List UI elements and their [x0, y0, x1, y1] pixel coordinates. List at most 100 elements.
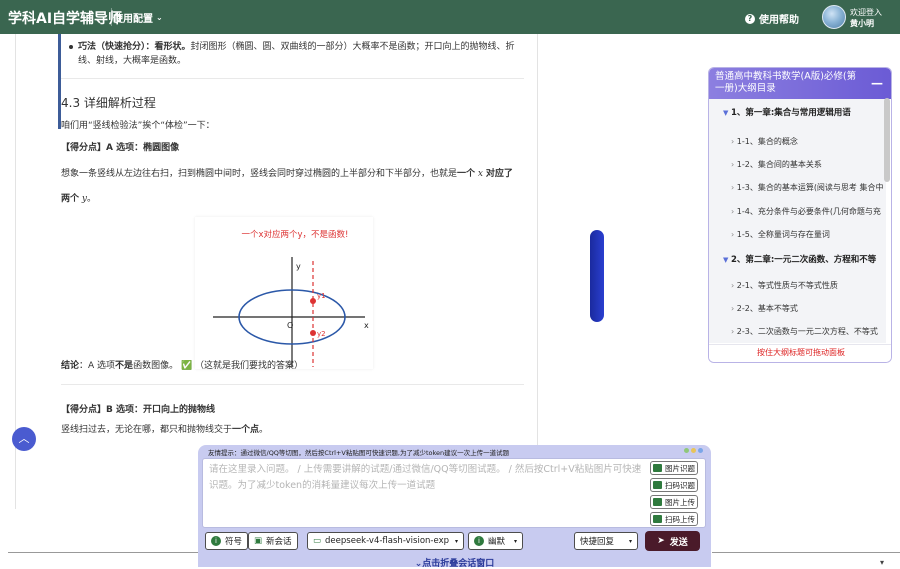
divider [712, 552, 900, 553]
user-name: 黄小明 [850, 19, 874, 28]
button-label: 符号 [225, 537, 243, 547]
outline-item-label: 2-2、基本不等式 [736, 304, 798, 313]
window-dots [684, 448, 703, 453]
section-title: 4.3 详细解析过程 [61, 96, 156, 110]
point-a-text-cont: 两个 y。 [61, 191, 96, 204]
intro-text: 咱们用“竖线检验法”挨个“体检”一下： [61, 121, 215, 131]
outline-item-label: 1-4、充分条件与必要条件(几何命题与充 [736, 207, 881, 216]
outline-item[interactable]: › 1-1、集合的概念 [709, 136, 886, 158]
chevron-up-icon: ︿ [18, 432, 30, 445]
scan-upload-icon [653, 515, 662, 523]
chevron-right-icon: › [731, 304, 735, 313]
quick-reply-value: 快捷回复 [580, 537, 615, 547]
outline-item-label: 1-5、全称量词与存在量词 [736, 230, 830, 239]
outline-drag-tip: 按住大纲标题可拖动面板 [709, 344, 891, 362]
model-select[interactable]: ▭ deepseek-v4-flash-vision-exp ▾ [307, 532, 464, 550]
quote-bar [58, 34, 61, 129]
conclusion-bold: 不是 [115, 361, 134, 371]
divider [8, 552, 198, 553]
dot-icon [698, 448, 703, 453]
scan-icon [653, 481, 662, 489]
send-button[interactable]: ➤ 发送 [645, 531, 700, 551]
bullet-text: 封闭图形（椭圆、圆、双曲线的一部分）大概率不是函数；开口向上的抛物线、折 [190, 42, 515, 52]
chevron-right-icon: › [731, 160, 735, 169]
point-y1 [310, 298, 316, 304]
config-label: 使用配置 [113, 14, 153, 25]
quick-reply-select[interactable]: 快捷回复 ▾ [574, 532, 638, 550]
dropdown-arrow-icon: ▾ [513, 537, 517, 545]
bullet-text-2: 线、射线，大概率是函数。 [78, 56, 187, 66]
outline-item[interactable]: › 1-4、充分条件与必要条件(几何命题与充 [709, 206, 886, 228]
outline-item[interactable]: › 1-2、集合间的基本关系 [709, 159, 886, 181]
outline-item-label: 2-1、等式性质与不等式性质 [736, 281, 838, 290]
scan-recognize-button[interactable]: 扫码识题 [650, 478, 698, 492]
outline-panel[interactable]: 普通高中教科书数学(A版)必修(第一册)大纲目录 — ▼ 1、第一章:集合与常用… [708, 67, 892, 363]
outline-scrollbar-thumb[interactable] [884, 98, 890, 182]
outline-item[interactable]: ▼ 1、第一章:集合与常用逻辑用语 [709, 106, 886, 128]
tip-bullet: 巧法（快速抢分）：看形状。封闭图形（椭圆、圆、双曲线的一部分）大概率不是函数；开… [69, 40, 537, 68]
answer-document: 巧法（快速抢分）：看形状。封闭图形（椭圆、圆、双曲线的一部分）大概率不是函数；开… [15, 34, 538, 509]
var-x: x [477, 169, 483, 179]
label-origin: O [287, 321, 293, 330]
page-scrollbar-thumb[interactable] [590, 230, 604, 322]
chevron-right-icon: › [731, 281, 735, 290]
dot-icon [684, 448, 689, 453]
outline-item[interactable]: ▼ 2、第二章:一元二次函数、方程和不等 [709, 253, 886, 275]
outline-item[interactable]: › 2-3、二次函数与一元二次方程、不等式 [709, 326, 886, 343]
image-icon [653, 464, 662, 472]
user-info[interactable]: 欢迎登入 黄小明 [850, 7, 882, 29]
point-a-end: 。 [86, 194, 96, 204]
symbol-button[interactable]: i 符号 [205, 532, 249, 550]
point-y2 [310, 330, 316, 336]
collapse-label: 点击折叠会话窗口 [422, 559, 495, 569]
triangle-down-icon: ▼ [723, 109, 729, 117]
point-a-text-1: 想象一条竖线从左边往右扫，扫到椭圆中间时，竖线会同时穿过椭圆的上半部分和下半部分… [61, 169, 458, 179]
scan-upload-button[interactable]: 扫码上传 [650, 512, 698, 526]
help-label: 使用帮助 [759, 15, 799, 26]
ellipse-figure: 一个x对应两个y，不是函数! y1 y2 O x y [195, 217, 373, 369]
config-menu[interactable]: 使用配置 ⌄ [113, 10, 163, 25]
help-link[interactable]: ? 使用帮助 [745, 11, 799, 26]
button-label: 扫码识题 [665, 480, 695, 490]
style-select[interactable]: i 幽默 ▾ [468, 532, 523, 550]
button-label: 图片上传 [665, 497, 695, 507]
model-value: deepseek-v4-flash-vision-exp [325, 536, 449, 546]
conclusion: 结论：A 选项不是函数图像。 ✅ （这就是我们要找的答案） [61, 358, 303, 371]
image-recognize-button[interactable]: 图片识题 [650, 461, 698, 475]
outline-item[interactable]: › 2-1、等式性质与不等式性质 [709, 280, 886, 302]
dropdown-arrow-icon: ▾ [454, 537, 458, 545]
conclusion-note: （这就是我们要找的答案） [195, 361, 304, 371]
chevron-right-icon: › [731, 183, 735, 192]
point-a-label: 【得分点】A 选项：椭圆图像 [61, 143, 180, 153]
outline-item-label: 1-3、集合的基本运算(阅读与思考 集合中 [736, 183, 884, 192]
outline-item[interactable]: › 2-2、基本不等式 [709, 303, 886, 325]
ellipse-diagram: 一个x对应两个y，不是函数! y1 y2 O x y [213, 229, 369, 367]
dropdown-arrow-icon: ▾ [628, 537, 632, 545]
chat-tip: 友情提示：通过微信/QQ等切图，然后按Ctrl+V粘贴图可快速识题,为了减少to… [208, 449, 510, 457]
conclusion-text-1: ：A 选项 [79, 361, 116, 371]
point-a-bold-1: 一个 [457, 169, 476, 179]
login-label: 欢迎登入 [850, 8, 882, 17]
style-value: 幽默 [488, 537, 506, 547]
avatar[interactable] [822, 5, 846, 29]
conclusion-label: 结论 [61, 361, 80, 371]
scroll-top-button[interactable]: ︿ [12, 427, 36, 451]
outline-header[interactable]: 普通高中教科书数学(A版)必修(第一册)大纲目录 — [709, 68, 891, 99]
image-upload-button[interactable]: 图片上传 [650, 495, 698, 509]
upload-icon [653, 498, 662, 506]
collapse-chat-button[interactable]: ⌄点击折叠会话窗口 [198, 556, 711, 569]
point-b-bold: 一个点 [232, 425, 260, 435]
bullet-dot [69, 45, 73, 49]
divider [61, 78, 524, 79]
new-chat-button[interactable]: ▣ 新会话 [248, 532, 298, 550]
outline-item[interactable]: › 1-5、全称量词与存在量词 [709, 229, 886, 251]
outline-chapter-label: 1、第一章:集合与常用逻辑用语 [730, 108, 851, 118]
minimize-button[interactable]: — [871, 77, 883, 89]
chevron-down-icon[interactable]: ▾ [880, 558, 884, 567]
outline-item[interactable]: › 1-3、集合的基本运算(阅读与思考 集合中 [709, 182, 886, 204]
question-input[interactable]: 请在这里录入问题。 / 上传需要讲解的试题/通过微信/QQ等切图试题。 / 然后… [202, 458, 706, 528]
chevron-right-icon: › [731, 137, 735, 146]
model-icon: ▭ [313, 536, 322, 546]
outline-title: 普通高中教科书数学(A版)必修(第一册)大纲目录 [715, 71, 857, 94]
info-icon: i [211, 536, 221, 546]
